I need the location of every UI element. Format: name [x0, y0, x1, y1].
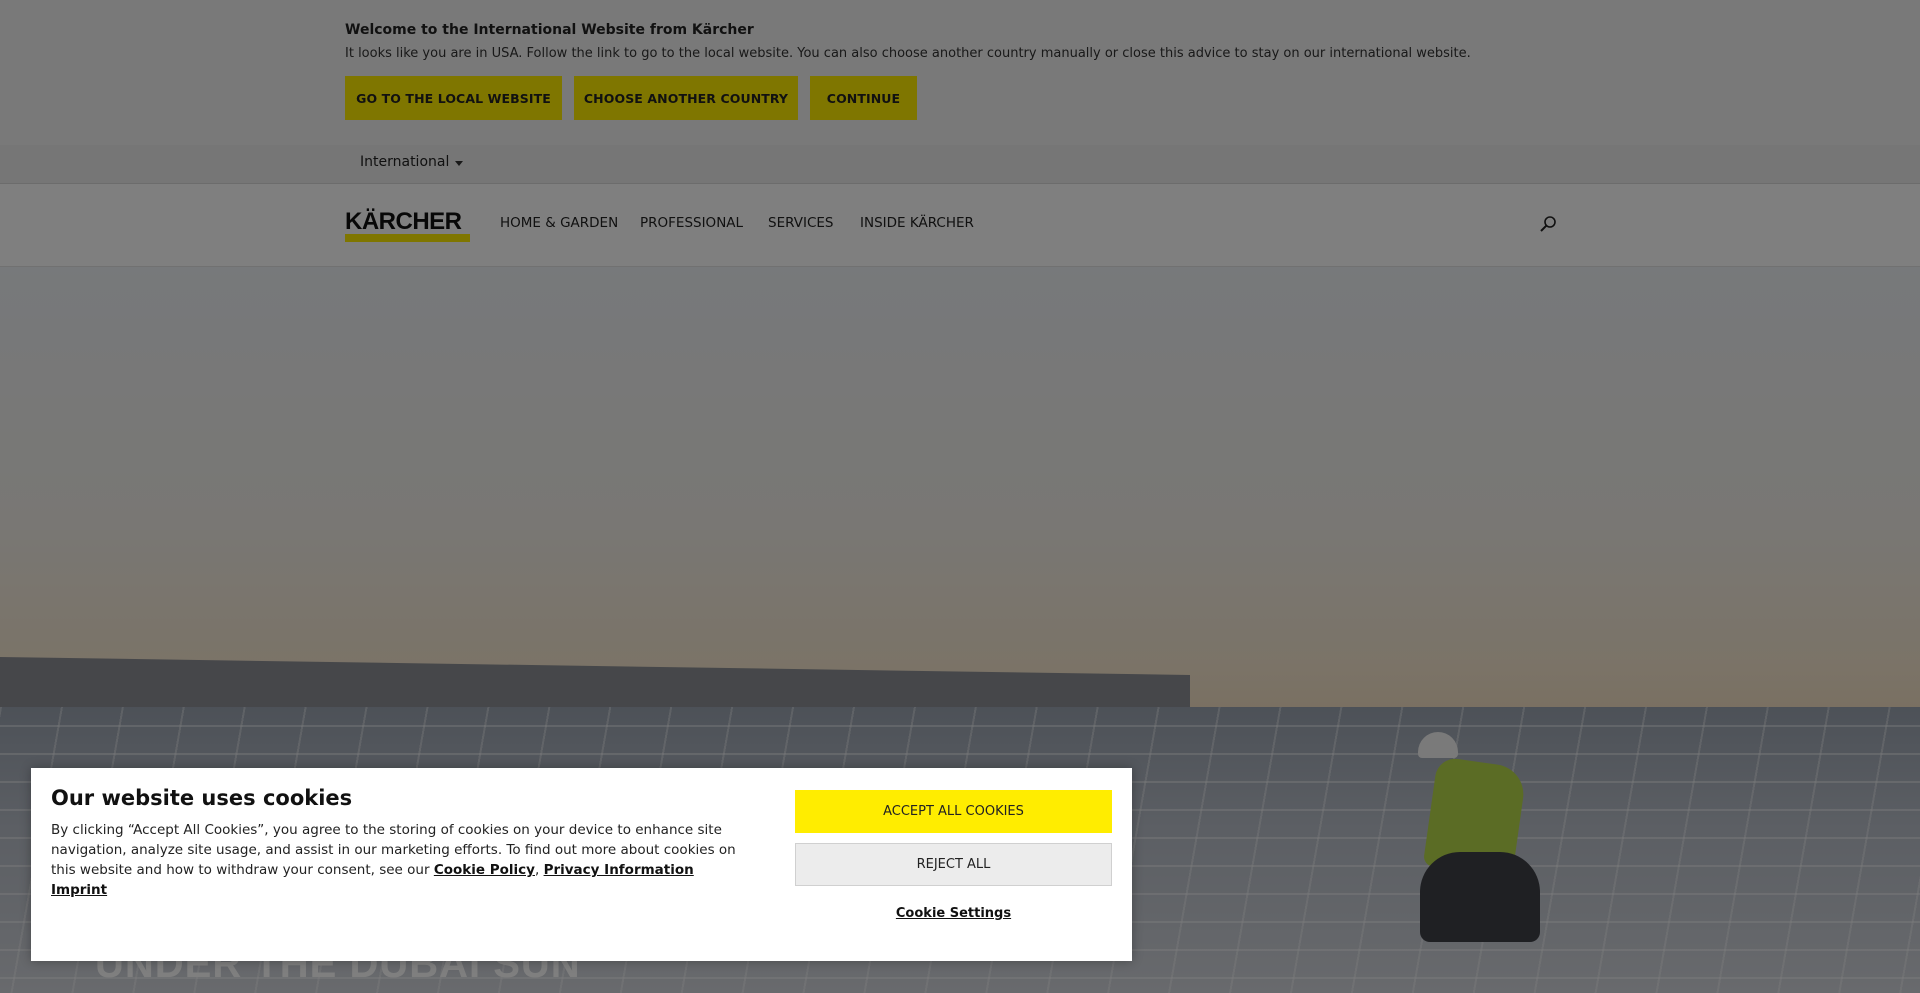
nav-professional[interactable]: PROFESSIONAL — [640, 215, 743, 231]
accept-all-cookies-button[interactable]: ACCEPT ALL COOKIES — [795, 790, 1112, 833]
nav-inside-karcher[interactable]: INSIDE KÄRCHER — [860, 215, 974, 231]
logo-yellow-bar — [345, 234, 470, 242]
cookie-title: Our website uses cookies — [51, 786, 353, 810]
go-to-local-website-button[interactable]: GO TO THE LOCAL WEBSITE — [345, 76, 562, 120]
site-header: KÄRCHER HOME & GARDEN PROFESSIONAL SERVI… — [0, 184, 1920, 267]
reject-all-button[interactable]: REJECT ALL — [795, 843, 1112, 886]
country-selector-bar: International — [0, 145, 1920, 184]
karcher-logo[interactable]: KÄRCHER — [345, 210, 470, 242]
cookie-settings-button[interactable]: Cookie Settings — [795, 898, 1112, 928]
worker-helmet — [1418, 732, 1458, 758]
continue-button[interactable]: CONTINUE — [810, 76, 917, 120]
cookie-link-separator: , — [534, 862, 540, 878]
choose-another-country-button[interactable]: CHOOSE ANOTHER COUNTRY — [574, 76, 798, 120]
cookie-dialog: Our website uses cookies By clicking “Ac… — [31, 768, 1132, 961]
country-selector[interactable]: International — [360, 154, 464, 170]
imprint-link[interactable]: Imprint — [51, 882, 107, 898]
worker-legs — [1420, 852, 1540, 942]
cookie-text: By clicking “Accept All Cookies”, you ag… — [51, 820, 751, 900]
caret-down-icon — [455, 160, 464, 166]
logo-wordmark: KÄRCHER — [345, 208, 462, 235]
cookie-policy-link[interactable]: Cookie Policy — [434, 862, 535, 878]
nav-home-garden[interactable]: HOME & GARDEN — [500, 215, 618, 231]
country-selector-label: International — [360, 154, 450, 170]
hero-worker — [1400, 732, 1580, 962]
nav-services[interactable]: SERVICES — [768, 215, 833, 231]
privacy-information-link[interactable]: Privacy Information — [544, 862, 694, 878]
banner-text: It looks like you are in USA. Follow the… — [345, 46, 1471, 61]
banner-title: Welcome to the International Website fro… — [345, 22, 754, 38]
search-icon[interactable] — [1538, 214, 1558, 234]
country-banner: Welcome to the International Website fro… — [0, 0, 1920, 145]
